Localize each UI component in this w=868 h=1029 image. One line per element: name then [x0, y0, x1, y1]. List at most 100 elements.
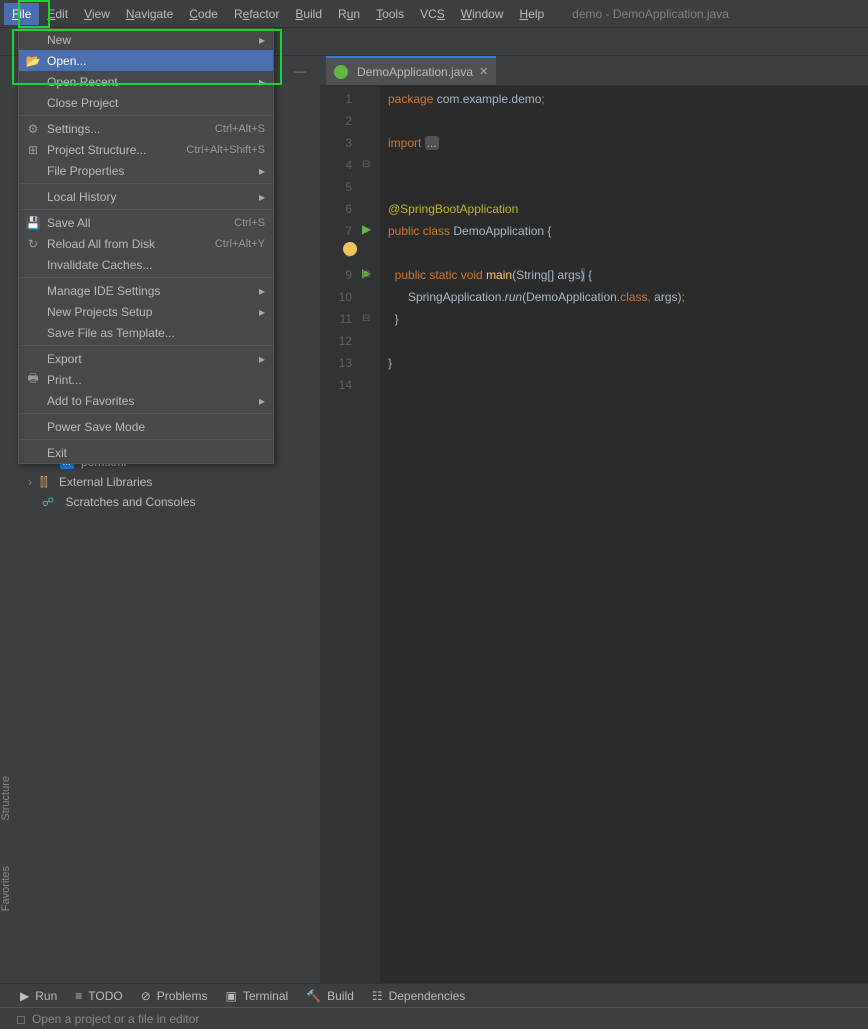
fold-icon[interactable]: ⊟ [362, 264, 370, 286]
menu-item-invalidate-caches[interactable]: Invalidate Caches... [19, 254, 273, 275]
menu-item-close-project[interactable]: Close Project [19, 92, 273, 113]
build-icon: 🔨 [306, 989, 321, 1003]
editor-tab[interactable]: DemoApplication.java ✕ [326, 56, 496, 85]
menu-item-label: Project Structure... [47, 143, 146, 157]
submenu-arrow-icon: ▸ [259, 305, 265, 319]
menu-tools[interactable]: Tools [368, 3, 412, 25]
menu-separator [19, 413, 273, 414]
line-number: 4 [322, 154, 352, 176]
toolwindow-dependencies[interactable]: ☷ Dependencies [372, 989, 466, 1003]
window-title: demo - DemoApplication.java [572, 7, 729, 21]
close-icon[interactable]: ✕ [479, 65, 488, 78]
run-gutter-icon[interactable]: ▶ [362, 218, 371, 240]
status-icon: ◻ [16, 1012, 26, 1026]
menu-run[interactable]: Run [330, 3, 368, 25]
line-number: 14 [322, 374, 352, 396]
menu-item-label: Settings... [47, 122, 100, 136]
menu-icon: 🖶 [25, 369, 41, 390]
shortcut: Ctrl+Alt+S [215, 123, 265, 135]
menu-refactor[interactable]: Refactor [226, 3, 287, 25]
menu-help[interactable]: Help [511, 3, 552, 25]
line-number: 3 [322, 132, 352, 154]
menu-item-label: Manage IDE Settings [47, 284, 160, 298]
menu-item-new-projects-setup[interactable]: New Projects Setup▸ [19, 301, 273, 322]
line-number: 12 [322, 330, 352, 352]
code-content[interactable]: package com.example.demo; import ... @Sp… [380, 86, 868, 1001]
editor-tabs: DemoApplication.java ✕ [320, 56, 868, 86]
menu-item-project-structure[interactable]: ⊞Project Structure...Ctrl+Alt+Shift+S [19, 139, 273, 160]
menu-item-file-properties[interactable]: File Properties ▸ [19, 160, 273, 181]
menu-icon: ⚙ [25, 122, 41, 136]
menu-build[interactable]: Build [287, 3, 330, 25]
menu-item-label: Save All [47, 216, 90, 230]
menu-item-label: Export [47, 352, 82, 366]
menu-item-local-history[interactable]: Local History▸ [19, 186, 273, 207]
toolwindow-todo[interactable]: ≡TODO [75, 989, 122, 1003]
todo-icon: ≡ [75, 989, 82, 1003]
class-icon [334, 65, 348, 79]
menu-code[interactable]: Code [181, 3, 226, 25]
line-number: 1 [322, 88, 352, 110]
menu-item-label: Print... [47, 373, 82, 387]
problems-icon: ⊘ [141, 989, 151, 1003]
file-menu-popup[interactable]: New▸📂Open...Open Recent▸Close Project⚙Se… [18, 28, 274, 464]
dependencies-icon: ☷ [372, 989, 383, 1003]
line-number: 6 [322, 198, 352, 220]
status-text: Open a project or a file in editor [32, 1012, 199, 1026]
menu-separator [19, 115, 273, 116]
structure-label[interactable]: Structure [0, 776, 12, 821]
menu-item-open[interactable]: 📂Open... [19, 50, 273, 71]
terminal-icon: ▣ [225, 989, 236, 1003]
chevron-right-icon[interactable]: › [28, 475, 32, 489]
toolwindow-label: Dependencies [389, 989, 466, 1003]
menu-item-label: Reload All from Disk [47, 237, 155, 251]
menu-item-label: Power Save Mode [47, 420, 145, 434]
bulb-icon[interactable] [343, 242, 357, 256]
toolwindow-terminal[interactable]: ▣ Terminal [225, 989, 288, 1003]
minimize-icon[interactable]: — [294, 64, 306, 78]
favorites-label[interactable]: Favorites [0, 866, 12, 911]
toolwindow-build[interactable]: 🔨Build [306, 989, 354, 1003]
submenu-arrow-icon: ▸ [259, 284, 265, 298]
menu-item-label: File Properties [47, 164, 124, 178]
menu-item-save-all[interactable]: 💾Save AllCtrl+S [19, 212, 273, 233]
toolwindow-label: Terminal [243, 989, 288, 1003]
submenu-arrow-icon: ▸ [259, 164, 265, 178]
menu-view[interactable]: View [76, 3, 118, 25]
menu-window[interactable]: Window [453, 3, 512, 25]
menu-item-power-save-mode[interactable]: Power Save Mode [19, 416, 273, 437]
submenu-arrow-icon: ▸ [259, 352, 265, 366]
menu-item-label: Open... [47, 54, 86, 68]
menu-vcs[interactable]: VCS [412, 3, 453, 25]
tree-item[interactable]: Scratches and Consoles [66, 495, 196, 509]
toolwindow-problems[interactable]: ⊘Problems [141, 989, 208, 1003]
menu-item-save-file-as-template[interactable]: Save File as Template... [19, 322, 273, 343]
menu-file[interactable]: File [4, 3, 39, 25]
menu-item-open-recent[interactable]: Open Recent▸ [19, 71, 273, 92]
menu-item-reload-all-from-disk[interactable]: ↻Reload All from DiskCtrl+Alt+Y [19, 233, 273, 254]
line-number: 11 [322, 308, 352, 330]
fold-icon[interactable]: ⊟ [362, 308, 370, 330]
line-gutter: 1234567891011121314 [320, 86, 360, 1001]
menu-item-export[interactable]: Export ▸ [19, 348, 273, 369]
menu-item-settings[interactable]: ⚙ Settings... Ctrl+Alt+S [19, 118, 273, 139]
menu-item-print[interactable]: 🖶 Print... [19, 369, 273, 390]
menu-item-label: Save File as Template... [47, 326, 175, 340]
line-number: 7 [322, 220, 352, 242]
menu-item-add-to-favorites[interactable]: Add to Favorites▸ [19, 390, 273, 411]
tree-item[interactable]: External Libraries [59, 475, 152, 489]
submenu-arrow-icon: ▸ [259, 394, 265, 408]
menu-navigate[interactable]: Navigate [118, 3, 181, 25]
code-editor[interactable]: 1234567891011121314 ▶ ▶ ⊟ ⊟ ⊟ package co… [320, 86, 868, 1001]
submenu-arrow-icon: ▸ [259, 33, 265, 47]
shortcut: Ctrl+Alt+Shift+S [186, 144, 265, 156]
menu-item-manage-ide-settings[interactable]: Manage IDE Settings ▸ [19, 280, 273, 301]
menu-separator [19, 439, 273, 440]
toolwindow-run[interactable]: ▶Run [20, 989, 57, 1003]
menu-item-exit[interactable]: Exit [19, 442, 273, 463]
menu-edit[interactable]: Edit [39, 3, 76, 25]
menu-icon: ↻ [25, 237, 41, 251]
menu-item-new[interactable]: New▸ [19, 29, 273, 50]
menu-item-label: Open Recent [47, 75, 118, 89]
fold-icon[interactable]: ⊟ [362, 154, 370, 176]
